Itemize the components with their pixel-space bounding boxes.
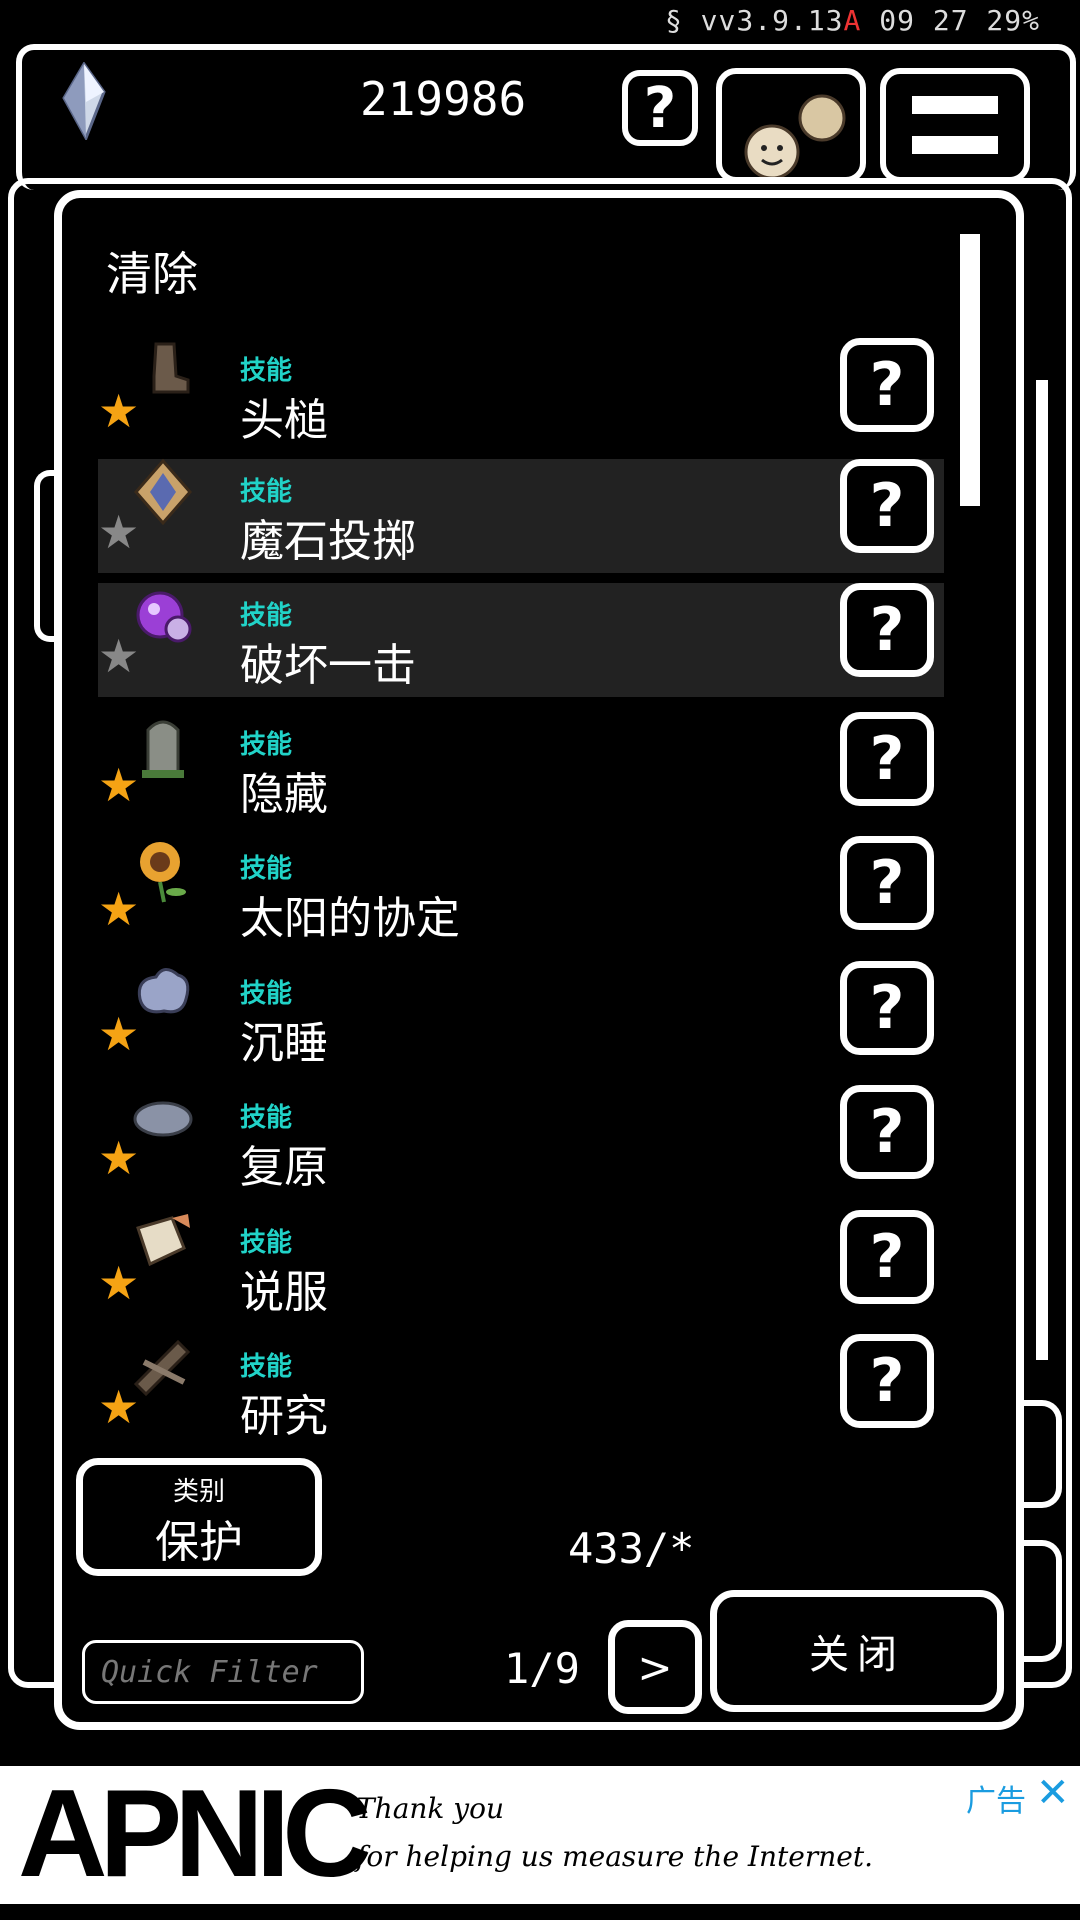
- category-label: 类别: [172, 1477, 225, 1507]
- skill-help-button[interactable]: ?: [840, 961, 934, 1055]
- skill-help-button[interactable]: ?: [840, 712, 934, 806]
- skill-name: 太阳的协定: [240, 893, 460, 944]
- skill-name: 头槌: [240, 395, 328, 446]
- rarity-star-icon: ★: [98, 1380, 140, 1434]
- skill-name: 沉睡: [240, 1018, 328, 1069]
- next-page-button[interactable]: >: [608, 1620, 702, 1714]
- skill-type-label: 技能: [240, 1103, 293, 1133]
- category-value: 保护: [155, 1517, 243, 1568]
- skill-help-button[interactable]: ?: [840, 836, 934, 930]
- skill-type-label: 技能: [240, 730, 293, 760]
- category-button[interactable]: 类别 保护: [76, 1458, 322, 1576]
- skill-list-item[interactable]: ★ 技能太阳的协定?: [98, 836, 944, 950]
- skill-name: 魔石投掷: [240, 516, 416, 567]
- hud-help-button[interactable]: ?: [622, 70, 698, 146]
- status-bar: § vv3.9.13A 09 27 29%: [0, 0, 1080, 40]
- ad-banner[interactable]: APNIC Thank you for helping us measure t…: [0, 1766, 1080, 1904]
- skill-type-label: 技能: [240, 1228, 293, 1258]
- version-text: § vv3.9.13: [664, 4, 844, 37]
- currency-amount: 219986: [360, 72, 527, 126]
- ad-logo[interactable]: APNIC: [18, 1772, 372, 1896]
- rarity-star-icon: ★: [98, 1131, 140, 1185]
- skill-type-label: 技能: [240, 477, 293, 507]
- skill-help-button[interactable]: ?: [840, 459, 934, 553]
- skill-help-button[interactable]: ?: [840, 338, 934, 432]
- skill-name: 说服: [240, 1267, 328, 1318]
- skill-type-label: 技能: [240, 979, 293, 1009]
- crystal-icon: [60, 61, 108, 144]
- ad-close-icon[interactable]: ✕: [1036, 1770, 1070, 1816]
- rarity-star-icon: ★: [98, 629, 140, 683]
- rarity-star-icon: ★: [98, 1007, 140, 1061]
- character-button[interactable]: [716, 68, 866, 183]
- skill-list-item[interactable]: ★ 技能复原?: [98, 1085, 944, 1199]
- item-count: 433/*: [568, 1524, 695, 1573]
- skill-name: 复原: [240, 1142, 328, 1193]
- rarity-star-icon: ★: [98, 882, 140, 936]
- skill-name: 破坏一击: [240, 640, 416, 691]
- skill-help-button[interactable]: ?: [840, 1334, 934, 1428]
- close-button[interactable]: 关闭: [710, 1590, 1004, 1712]
- battery-level: 29%: [986, 4, 1040, 37]
- skill-list-item[interactable]: ★ 技能破坏一击?: [98, 583, 944, 697]
- clock: 09 27: [879, 4, 969, 37]
- quick-filter-input[interactable]: [82, 1640, 364, 1704]
- skill-list-item[interactable]: ★ 技能沉睡?: [98, 961, 944, 1075]
- rarity-star-icon: ★: [98, 505, 140, 559]
- list-scrollbar[interactable]: [960, 234, 980, 506]
- skill-type-label: 技能: [240, 356, 293, 386]
- ad-text-line1: Thank you: [356, 1792, 505, 1825]
- skill-type-label: 技能: [240, 854, 293, 884]
- skill-name: 隐藏: [240, 769, 328, 820]
- skill-type-label: 技能: [240, 601, 293, 631]
- skill-help-button[interactable]: ?: [840, 583, 934, 677]
- hamburger-menu-icon: [912, 96, 998, 114]
- background-side-button: [1020, 1400, 1062, 1508]
- skill-list-item[interactable]: ★ 技能头槌?: [98, 338, 944, 452]
- ad-label: 广告: [966, 1784, 1026, 1819]
- skill-list-item[interactable]: ★ 技能说服?: [98, 1210, 944, 1324]
- skill-name: 研究: [240, 1391, 328, 1442]
- skill-help-button[interactable]: ?: [840, 1085, 934, 1179]
- skill-list-item[interactable]: ★ 技能隐藏?: [98, 712, 944, 826]
- skill-help-button[interactable]: ?: [840, 1210, 934, 1304]
- skill-type-label: 技能: [240, 1352, 293, 1382]
- dialog-title[interactable]: 清除: [106, 238, 198, 304]
- status-text: § vv3.9.13A 09 27 29%: [665, 4, 1040, 37]
- rarity-star-icon: ★: [98, 1256, 140, 1310]
- alert-indicator: A: [843, 4, 862, 37]
- hamburger-menu-button[interactable]: [880, 68, 1030, 183]
- background-side-button: [1020, 1540, 1062, 1662]
- skill-list-item[interactable]: ★ 技能魔石投掷?: [98, 458, 944, 573]
- hamburger-menu-icon-bar: [912, 136, 998, 154]
- rarity-star-icon: ★: [98, 758, 140, 812]
- skill-list-item[interactable]: ★ 技能研究?: [98, 1334, 944, 1448]
- background-scrollbar[interactable]: [1036, 380, 1048, 1360]
- character-avatar-icon: [744, 94, 846, 177]
- page-indicator: 1/9: [504, 1644, 580, 1693]
- ad-text-line2: for helping us measure the Internet.: [356, 1840, 873, 1873]
- rarity-star-icon: ★: [98, 384, 140, 438]
